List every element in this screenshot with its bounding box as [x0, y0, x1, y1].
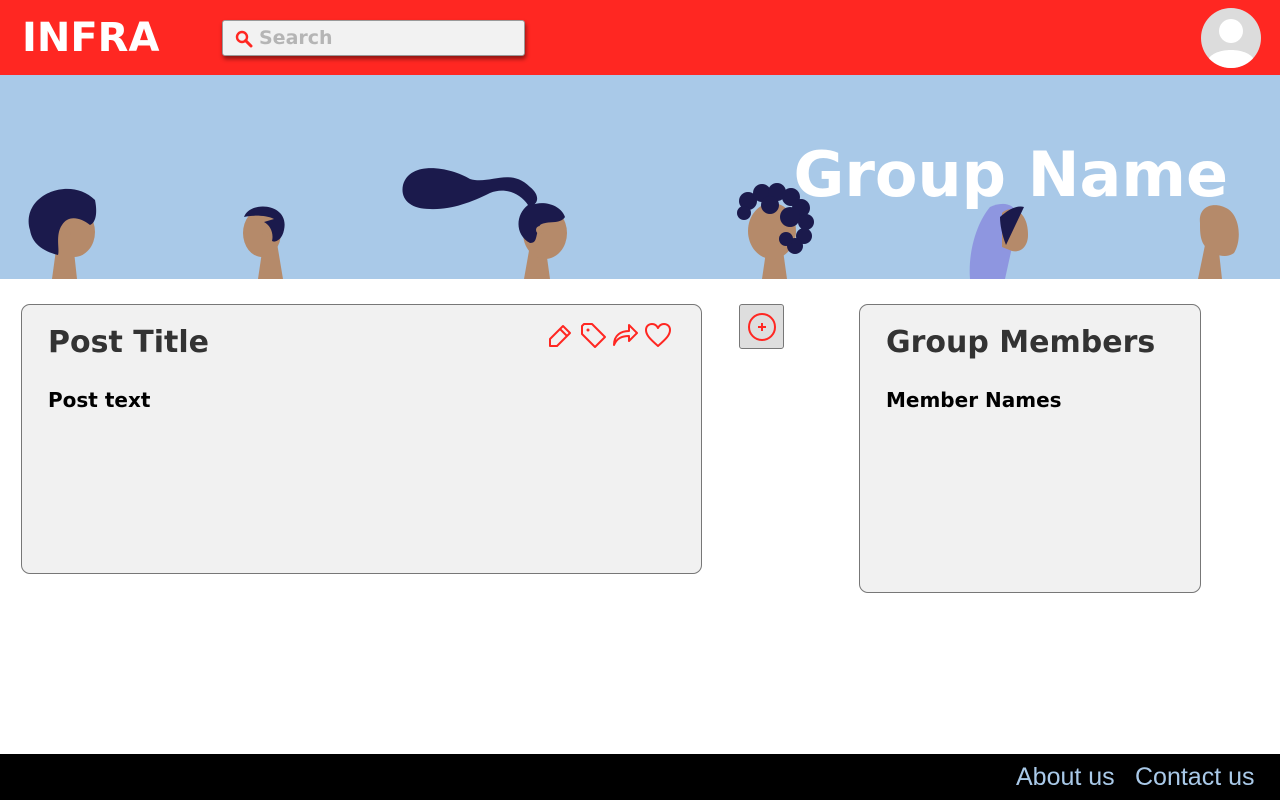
- person-figure: [243, 206, 285, 279]
- heart-icon: [645, 323, 671, 347]
- search-icon: [235, 30, 253, 48]
- top-navbar: INFRA: [0, 0, 1280, 75]
- about-us-link[interactable]: About us: [1016, 762, 1115, 792]
- post-text: Post text: [48, 388, 151, 412]
- like-button[interactable]: [644, 321, 672, 349]
- user-avatar-icon: [1207, 19, 1255, 68]
- search-box[interactable]: [222, 20, 525, 56]
- tag-icon: [581, 323, 606, 348]
- post-title: Post Title: [48, 325, 209, 360]
- share-button[interactable]: [611, 321, 639, 349]
- person-figure: [969, 203, 1028, 279]
- post-card: Post Title Post text: [21, 304, 702, 574]
- footer: About us Contact us: [0, 754, 1280, 800]
- member-names: Member Names: [886, 388, 1062, 412]
- members-title: Group Members: [886, 325, 1156, 360]
- person-figure: [1198, 205, 1239, 279]
- person-figure: [28, 188, 97, 279]
- group-banner: Group Name: [0, 75, 1280, 279]
- post-actions: [546, 321, 676, 351]
- contact-us-link[interactable]: Contact us: [1135, 762, 1255, 792]
- group-name-heading: Group Name: [793, 138, 1228, 211]
- plus-circle-icon: [748, 313, 776, 341]
- user-avatar[interactable]: [1201, 8, 1261, 68]
- tag-button[interactable]: [579, 321, 607, 349]
- app-logo[interactable]: INFRA: [22, 12, 159, 64]
- search-input[interactable]: [259, 25, 514, 51]
- share-icon: [613, 324, 638, 346]
- person-figure: [402, 168, 567, 279]
- add-post-button[interactable]: [739, 304, 784, 349]
- group-members-card: Group Members Member Names: [859, 304, 1201, 593]
- edit-button[interactable]: [546, 321, 574, 349]
- edit-icon: [549, 325, 571, 347]
